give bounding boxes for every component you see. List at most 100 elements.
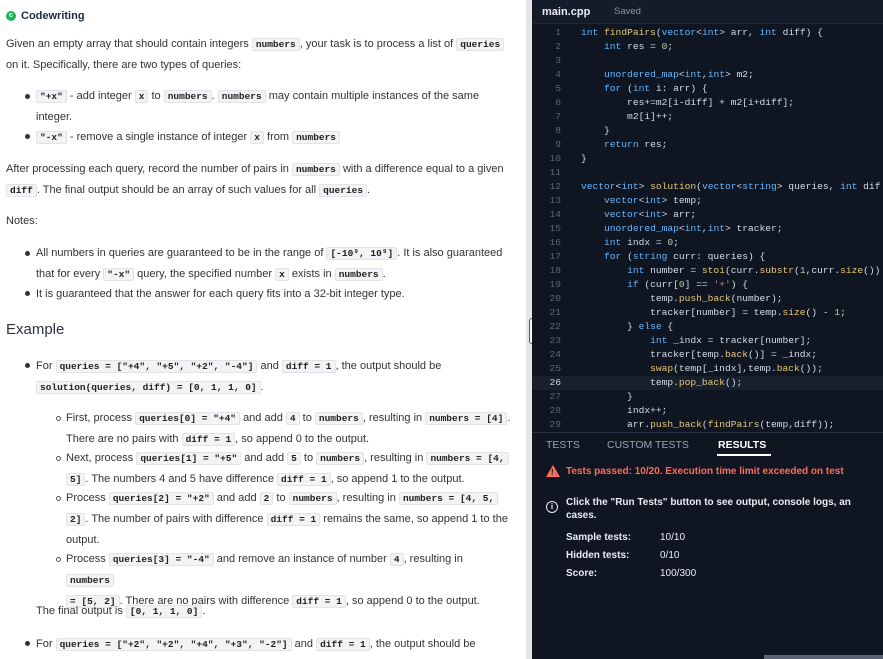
line-number: 3 — [555, 55, 561, 66]
code-line[interactable]: 9 return res; — [532, 138, 883, 152]
code-text[interactable]: } — [581, 124, 610, 138]
code-text[interactable]: vector<int> arr; — [581, 208, 696, 222]
text: , resulting in — [403, 553, 463, 565]
text: Notes — [6, 215, 35, 227]
score-value: 100/300 — [660, 568, 697, 579]
text: to — [302, 412, 312, 424]
text: and — [294, 638, 314, 650]
horizontal-scrollbar[interactable] — [764, 655, 883, 659]
code-text[interactable]: unordered_map<int,int> m2; — [581, 68, 754, 82]
code-editor[interactable]: 1 int findPairs(vector<int> arr, int diff… — [532, 24, 883, 432]
code-line[interactable]: 17 for (string curr: queries) { — [532, 250, 883, 264]
code-text[interactable]: int _indx = tracker[number]; — [581, 334, 811, 348]
code-line[interactable]: 24 tracker[temp.back()] = _indx; — [532, 348, 883, 362]
code-line[interactable]: 7 m2[i]++; — [532, 110, 883, 124]
code-line[interactable]: 21 tracker[number] = temp.size() - 1; — [532, 306, 883, 320]
code-line[interactable]: 16 int indx = 0; — [532, 236, 883, 250]
code-text[interactable]: } else { — [581, 320, 673, 334]
inline-code: x — [275, 268, 289, 281]
inline-code: queries — [319, 184, 368, 197]
text: . — [507, 412, 511, 424]
text: output. — [66, 534, 100, 546]
code-text[interactable]: int indx = 0; — [581, 236, 679, 250]
code-line[interactable]: 27 } — [532, 390, 883, 404]
text: , so append 1 to the output. — [330, 473, 465, 485]
tab-tests[interactable]: TESTS — [546, 439, 580, 451]
code-line[interactable]: 20 temp.push_back(number); — [532, 292, 883, 306]
text: Given an empty array that should contain… — [6, 38, 249, 50]
code-line[interactable]: 5 for (int i: arr) { — [532, 82, 883, 96]
text: For — [36, 638, 53, 650]
file-tab-main-cpp[interactable]: main.cpp — [542, 6, 590, 18]
code-line[interactable]: 22 } else { — [532, 320, 883, 334]
line-number: 27 — [549, 391, 561, 402]
code-text[interactable]: temp.push_back(number); — [581, 292, 782, 306]
tab-results[interactable]: RESULTS — [718, 439, 766, 451]
code-text[interactable]: } — [581, 390, 633, 404]
text: . — [382, 268, 386, 280]
text: . The number of pairs with difference — [85, 513, 264, 525]
line-number: 23 — [549, 335, 561, 346]
line-number: 2 — [555, 41, 561, 52]
code-text[interactable]: m2[i]++; — [581, 110, 673, 124]
line-number: 26 — [549, 377, 561, 388]
code-line[interactable]: 13 vector<int> temp; — [532, 194, 883, 208]
code-text[interactable]: tracker[temp.back()] = _indx; — [581, 348, 817, 362]
code-text[interactable]: for (string curr: queries) { — [581, 250, 765, 264]
code-text[interactable]: temp.pop_back(); — [581, 376, 742, 390]
inline-code: numbers = [4, — [426, 452, 509, 465]
inline-code: diff = 1 — [277, 473, 331, 486]
code-line[interactable]: 3 — [532, 54, 883, 68]
tab-custom-tests[interactable]: CUSTOM TESTS — [607, 439, 689, 451]
code-line[interactable]: 10} — [532, 152, 883, 166]
code-line[interactable]: 6 res+=m2[i-diff] + m2[i+diff]; — [532, 96, 883, 110]
code-text[interactable]: int res = 0; — [581, 40, 673, 54]
code-text[interactable]: int number = stoi(curr.substr(1,curr.siz… — [581, 264, 880, 278]
text: may contain multiple instances of the sa… — [268, 90, 480, 102]
code-text[interactable]: arr.push_back(findPairs(temp,diff)); — [581, 418, 834, 432]
code-text[interactable]: return res; — [581, 138, 667, 152]
code-text[interactable]: if (curr[0] == '+') { — [581, 278, 748, 292]
score-label: Score: — [566, 568, 598, 579]
code-line[interactable]: 26 temp.pop_back(); — [532, 376, 883, 390]
inline-code: queries — [456, 38, 505, 51]
code-text[interactable]: res+=m2[i-diff] + m2[i+diff]; — [581, 96, 794, 110]
code-line[interactable]: 23 int _indx = tracker[number]; — [532, 334, 883, 348]
text: remains the same, so append 1 to the — [323, 513, 508, 525]
code-line[interactable]: 2 int res = 0; — [532, 40, 883, 54]
code-text[interactable]: vector<int> solution(vector<string> quer… — [581, 180, 880, 194]
code-text[interactable]: indx++; — [581, 404, 667, 418]
code-text[interactable]: int findPairs(vector<int> arr, int diff)… — [581, 26, 823, 40]
code-line[interactable]: 15 unordered_map<int,int> tracker; — [532, 222, 883, 236]
notes-label: Notes: — [6, 215, 38, 227]
step-2: Next, process queries[1] = "+5" and add … — [66, 448, 511, 490]
code-text[interactable]: tracker[number] = temp.size() - 1; — [581, 306, 846, 320]
inline-code: queries[0] = "+4" — [135, 412, 240, 425]
hidden-tests-value: 0/10 — [660, 550, 680, 561]
line-number: 13 — [549, 195, 561, 206]
line-number: 1 — [555, 27, 561, 38]
code-line[interactable]: 18 int number = stoi(curr.substr(1,curr.… — [532, 264, 883, 278]
code-text[interactable]: unordered_map<int,int> tracker; — [581, 222, 783, 236]
bullet — [25, 291, 30, 296]
inline-code: diff — [6, 184, 37, 197]
code-line[interactable]: 1 int findPairs(vector<int> arr, int diff… — [532, 26, 883, 40]
inline-code: numbers — [288, 492, 337, 505]
code-text[interactable]: vector<int> temp; — [581, 194, 702, 208]
text: It is guaranteed that the answer for eac… — [36, 288, 405, 300]
code-text[interactable]: for (int i: arr) { — [581, 82, 708, 96]
code-line[interactable]: 14 vector<int> arr; — [532, 208, 883, 222]
code-line[interactable]: 4 unordered_map<int,int> m2; — [532, 68, 883, 82]
code-line[interactable]: 29 arr.push_back(findPairs(temp,diff)); — [532, 418, 883, 432]
code-text[interactable]: swap(temp[_indx],temp.back()); — [581, 362, 823, 376]
saved-status: Saved — [614, 6, 641, 17]
code-line[interactable]: 25 swap(temp[_indx],temp.back()); — [532, 362, 883, 376]
code-line[interactable]: 19 if (curr[0] == '+') { — [532, 278, 883, 292]
code-line[interactable]: 12 vector<int> solution(vector<string> qu… — [532, 180, 883, 194]
code-line[interactable]: 28 indx++; — [532, 404, 883, 418]
text: exists in — [291, 268, 332, 280]
intro-paragraph: Given an empty array that should contain… — [6, 34, 511, 75]
code-line[interactable]: 11 — [532, 166, 883, 180]
code-line[interactable]: 8 } — [532, 124, 883, 138]
code-text[interactable]: } — [581, 152, 587, 166]
